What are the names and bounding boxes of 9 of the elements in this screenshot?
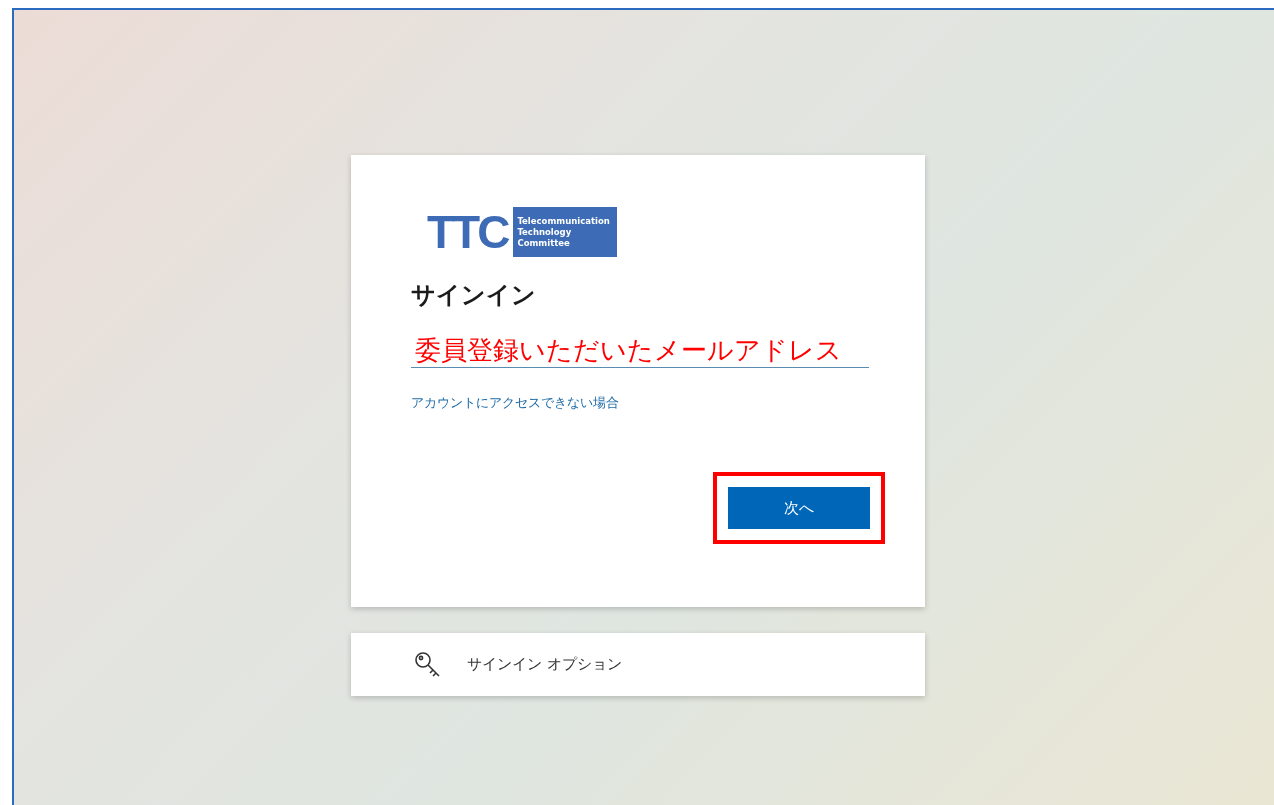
logo-text: Committee: [517, 237, 571, 249]
next-button[interactable]: 次へ: [728, 487, 870, 529]
help-link[interactable]: アカウントにアクセスできない場合: [411, 394, 619, 412]
page-title: サインイン: [411, 280, 537, 311]
logo-mark: TTC: [427, 207, 509, 257]
logo-text: Telecommunication: [517, 215, 611, 227]
signin-options-button[interactable]: サインイン オプション: [351, 633, 925, 696]
logo-text: Technology: [517, 226, 573, 238]
email-field[interactable]: 委員登録いただいたメールアドレス: [411, 335, 869, 368]
